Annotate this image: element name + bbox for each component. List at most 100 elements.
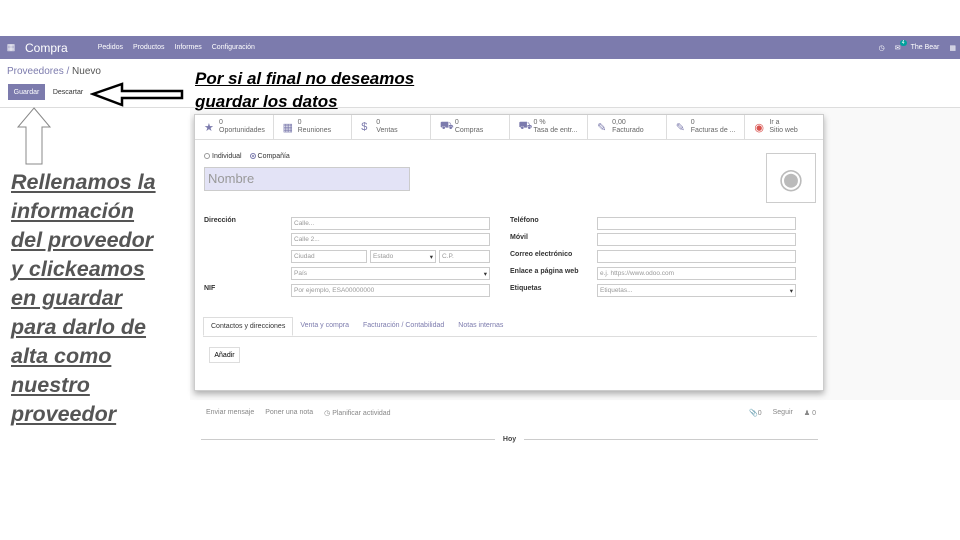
stat-facturado[interactable]: ✎ 0,00 Facturado xyxy=(588,115,667,139)
phone-field[interactable] xyxy=(597,217,796,230)
stat-value: 0 xyxy=(376,119,381,126)
radio-circle xyxy=(204,153,210,160)
stat-tasa-entrega[interactable]: ⛟ 0 % Tasa de entr... xyxy=(510,115,589,139)
top-navbar: ▦ Compra Pedidos Productos Informes Conf… xyxy=(0,36,960,59)
discard-button[interactable]: Descartar xyxy=(47,84,89,100)
send-message-button[interactable]: Enviar mensaje xyxy=(206,409,254,417)
country-placeholder: País xyxy=(294,270,308,277)
radio-individual[interactable]: Individual xyxy=(204,153,242,160)
zip-field[interactable]: C.P. xyxy=(439,250,490,263)
follow-button[interactable]: Seguir xyxy=(773,409,793,417)
more-icon[interactable]: ▦ xyxy=(949,44,956,52)
stat-facturas[interactable]: ✎ 0 Facturas de ... xyxy=(667,115,746,139)
arrow-up-icon xyxy=(16,107,52,165)
separator-line xyxy=(524,438,819,440)
state-select[interactable]: Estado ▾ xyxy=(370,250,436,263)
add-contact-button[interactable]: Añadir xyxy=(209,347,240,363)
cart-icon: ⛟ xyxy=(439,120,454,132)
annotation-top: Por si al final no deseamos guardar los … xyxy=(195,67,414,113)
stat-value: 0 xyxy=(297,119,302,126)
annotation-line: y clickeamos xyxy=(11,257,145,281)
apps-menu-icon[interactable]: ▦ xyxy=(4,42,18,53)
tab-contactos[interactable]: Contactos y direcciones xyxy=(203,317,294,336)
radio-company[interactable]: Compañía xyxy=(249,153,290,160)
breadcrumb-separator: / xyxy=(63,66,73,77)
breadcrumb-parent[interactable]: Proveedores xyxy=(7,66,64,77)
breadcrumb: Proveedores / Nuevo xyxy=(7,66,101,77)
radio-circle xyxy=(249,153,256,160)
website-field[interactable]: e.j. https://www.odoo.com xyxy=(597,267,796,280)
tags-placeholder: Etiquetas... xyxy=(600,287,633,294)
paperclip-icon: 📎 xyxy=(749,410,758,417)
stat-label: Tasa de entr... xyxy=(533,127,578,134)
user-menu[interactable]: The Bear xyxy=(911,44,940,51)
form-sheet: ★ 0 Oportunidades ▦ 0 Reuniones $0 Ventas ⛟ 0 C… xyxy=(194,114,824,391)
tab-notas[interactable]: Notas internas xyxy=(451,317,510,336)
slide-top-margin xyxy=(0,0,960,36)
mobile-field[interactable] xyxy=(597,233,796,246)
name-input[interactable]: Nombre xyxy=(204,167,410,191)
street2-field[interactable]: Calle 2... xyxy=(291,233,490,246)
label-nif: NIF xyxy=(204,285,216,292)
radio-label: Individual xyxy=(212,153,242,160)
followers-button[interactable]: ♟ 0 xyxy=(804,409,816,417)
calendar-icon: ▦ xyxy=(282,121,294,134)
log-note-button[interactable]: Poner una nota xyxy=(265,409,313,417)
country-select[interactable]: País ▾ xyxy=(291,267,490,280)
menu-configuracion[interactable]: Configuración xyxy=(212,44,255,51)
today-label: Hoy xyxy=(502,435,517,443)
radio-label: Compañía xyxy=(257,153,290,160)
name-placeholder: Nombre xyxy=(208,171,255,186)
stat-oportunidades[interactable]: ★ 0 Oportunidades xyxy=(195,115,274,139)
stat-ventas[interactable]: $0 Ventas xyxy=(352,115,431,139)
stat-label: Facturado xyxy=(612,127,644,134)
chatter-bar: Enviar mensaje Poner una nota ◷ Planific… xyxy=(206,409,816,417)
chevron-down-icon: ▾ xyxy=(429,254,433,261)
company-type-radio: Individual Compañía xyxy=(204,153,296,160)
city-field[interactable]: Ciudad xyxy=(291,250,367,263)
schedule-activity-button[interactable]: ◷ Planificar actividad xyxy=(324,409,390,417)
followers-count: 0 xyxy=(812,410,816,417)
globe-icon: ◉ xyxy=(754,121,764,134)
stat-value: 0 xyxy=(219,119,223,126)
menu-productos[interactable]: Productos xyxy=(133,44,165,51)
annotation-line: Por si al final no deseamos xyxy=(195,69,415,88)
attachments-count: 0 xyxy=(757,410,762,417)
camera-icon[interactable]: ◉ xyxy=(766,153,816,203)
tags-select[interactable]: Etiquetas... ▾ xyxy=(597,284,796,297)
tab-venta-compra[interactable]: Venta y compra xyxy=(293,317,356,336)
annotation-line: Rellenamos la xyxy=(11,170,156,194)
save-button[interactable]: Guardar xyxy=(8,84,45,100)
chevron-down-icon: ▾ xyxy=(789,288,793,295)
label-phone: Teléfono xyxy=(510,217,539,224)
chat-icon[interactable]: ✉ 4 xyxy=(895,39,907,52)
stat-label: Reuniones xyxy=(297,127,332,134)
label-tags: Etiquetas xyxy=(510,285,542,292)
stat-compras[interactable]: ⛟ 0 Compras xyxy=(431,115,510,139)
annotation-left: Rellenamos la información del proveedor … xyxy=(11,168,181,429)
street-field[interactable]: Calle... xyxy=(291,217,490,230)
breadcrumb-current: Nuevo xyxy=(72,66,101,77)
annotation-line: guardar los datos xyxy=(195,92,338,111)
tab-facturacion[interactable]: Facturación / Contabilidad xyxy=(356,317,451,336)
app-name[interactable]: Compra xyxy=(25,41,68,55)
user-icon: ♟ xyxy=(803,410,813,417)
email-field[interactable] xyxy=(597,250,796,263)
menu-informes[interactable]: Informes xyxy=(175,44,202,51)
chat-count-badge: 4 xyxy=(899,39,907,46)
clock-icon[interactable]: ◷ xyxy=(879,44,885,52)
annotation-line: del proveedor xyxy=(11,228,154,252)
clock-icon: ◷ xyxy=(324,410,333,417)
attachments-button[interactable]: 📎0 xyxy=(749,409,762,417)
stat-reuniones[interactable]: ▦ 0 Reuniones xyxy=(274,115,353,139)
pencil-square-icon: ✎ xyxy=(675,121,685,134)
label-email: Correo electrónico xyxy=(510,251,573,258)
arrow-left-icon xyxy=(90,82,184,107)
nif-field[interactable]: Por ejemplo, ESA00000000 xyxy=(291,284,490,297)
menu-pedidos[interactable]: Pedidos xyxy=(98,44,123,51)
smart-buttons: ★ 0 Oportunidades ▦ 0 Reuniones $0 Ventas ⛟ 0 C… xyxy=(195,115,823,140)
star-icon: ★ xyxy=(204,121,214,134)
stat-sitio-web[interactable]: ◉ Ir a Sitio web xyxy=(745,115,823,139)
stat-value: 0 xyxy=(690,119,695,126)
dollar-icon: $ xyxy=(361,121,368,133)
